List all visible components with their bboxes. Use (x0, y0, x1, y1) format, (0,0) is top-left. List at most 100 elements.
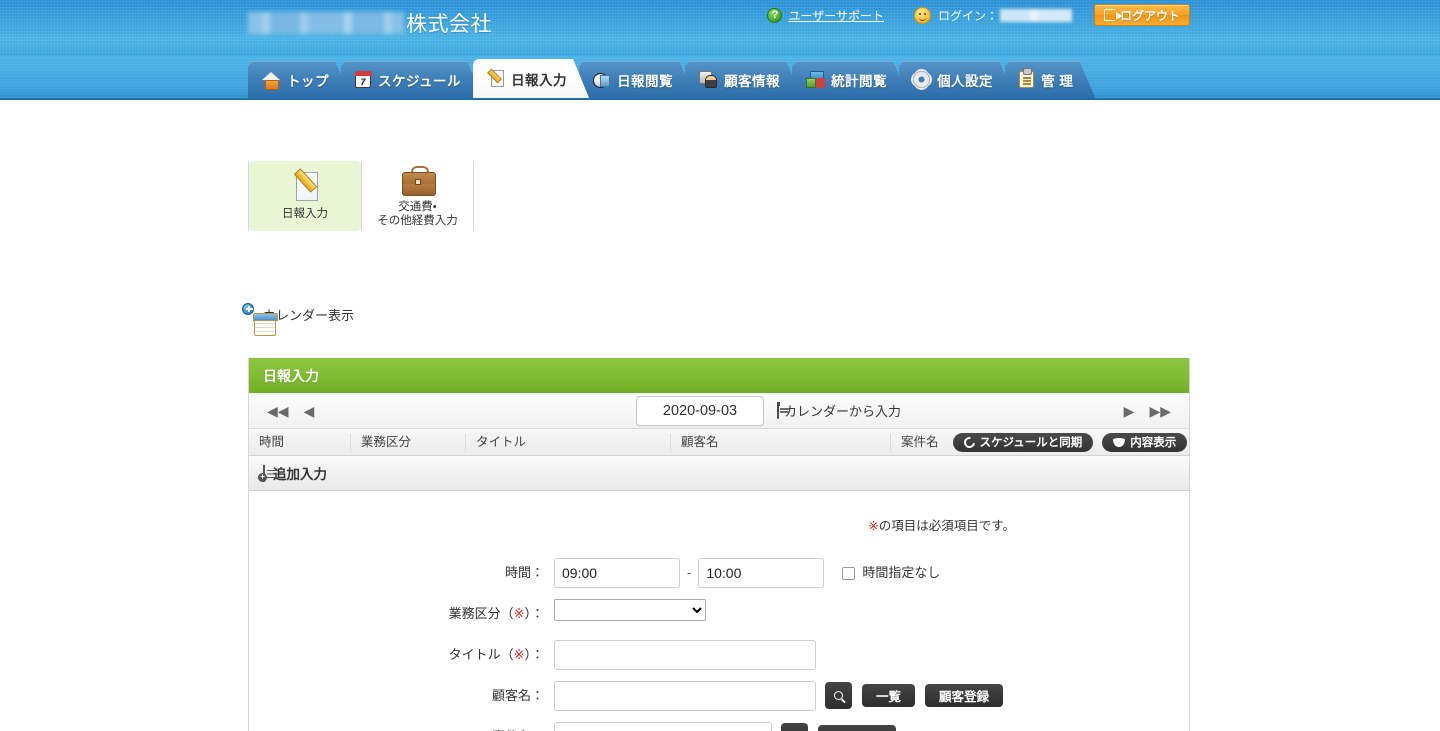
mode-toolbar: 日報入力 交通費・ その他経費入力 (248, 161, 474, 231)
mode-button-expenses[interactable]: 交通費・ その他経費入力 (361, 161, 473, 231)
add-lines-icon (263, 464, 265, 482)
nav-tab-schedule[interactable]: スケジュール (341, 61, 483, 98)
no-time-checkbox[interactable] (842, 566, 856, 580)
calendar-view-link[interactable]: カレンダー表示 (242, 302, 354, 324)
date-nav-forward: ▶ ▶▶ (1119, 404, 1176, 418)
nav-tab-label: 統計閲覧 (831, 73, 888, 89)
search-icon (834, 691, 843, 700)
nav-tab-label: 日報閲覧 (617, 73, 674, 89)
column-header-time: 時間 (249, 433, 351, 451)
form-row-customer: 顧客名： 一覧 顧客登録 (249, 681, 1189, 711)
customer-label: 顧客名： (491, 688, 544, 703)
sync-with-schedule-button[interactable]: スケジュールと同期 (952, 432, 1094, 452)
column-header-case: 案件名 (901, 434, 939, 449)
time-end-input[interactable] (698, 558, 825, 588)
case-search-button[interactable] (781, 723, 808, 731)
form-row-time: 時間： - 時間指定なし (249, 558, 1189, 588)
login-info: ログイン： (884, 6, 1072, 24)
category-select[interactable] (554, 599, 706, 621)
show-content-button[interactable]: 内容表示 (1102, 432, 1188, 452)
nav-tab-label: 個人設定 (937, 73, 994, 89)
case-label: 案件名： (249, 722, 554, 731)
clipboard-icon (1019, 71, 1034, 88)
nav-tab-admin[interactable]: 管 理 (1005, 61, 1095, 98)
nav-tab-personal-settings[interactable]: 個人設定 (899, 61, 1015, 98)
calendar-input-label: カレンダーから入力 (784, 404, 902, 419)
nav-first-button[interactable]: ◀◀ (262, 404, 294, 418)
customer-icon (699, 71, 717, 88)
calendar-icon (355, 72, 371, 88)
nav-prev-button[interactable]: ◀ (299, 404, 320, 418)
nav-tab-daily-report-view[interactable]: 日報閲覧 (579, 61, 695, 98)
home-icon (262, 72, 280, 88)
panel-title: 日報入力 (249, 358, 1189, 393)
date-display[interactable]: 2020-09-03 (636, 395, 764, 426)
main-navigation: トップ スケジュール 日報入力 日報閲覧 顧客情報 統計閲覧 個人設定 (0, 56, 1440, 100)
form-row-case: 案件名： 案件登録 (249, 722, 1189, 731)
page-body: 日報入力 交通費・ その他経費入力 カレンダー表示 日報入力 ◀◀ ◀ 2020… (0, 100, 1440, 731)
time-label: 時間： (504, 565, 544, 580)
smiley-icon (913, 6, 931, 24)
company-name-redacted (248, 12, 404, 34)
logout-icon (1103, 9, 1122, 21)
header-utilities: ? ユーザーサポート ログイン： ログアウト (767, 4, 1190, 26)
stats-icon (806, 71, 824, 88)
form-row-title: タイトル（※）： (249, 640, 1189, 670)
report-entry-form: ※の項目は必須項目です。 時間： - 時間指定なし 業務区分（※）： タイ (249, 491, 1189, 731)
nav-tab-customer-info[interactable]: 顧客情報 (685, 61, 802, 98)
brand: 株式会社 (248, 8, 492, 38)
nav-tab-top[interactable]: トップ (248, 61, 351, 98)
nav-last-button[interactable]: ▶▶ (1144, 404, 1176, 418)
no-time-option[interactable]: 時間指定なし (842, 558, 940, 588)
customer-input[interactable] (554, 681, 816, 711)
report-table-header: 時間 業務区分 タイトル 顧客名 案件名 スケジュールと同期 内容表示 (249, 429, 1189, 456)
column-header-title: タイトル (466, 433, 671, 451)
nav-tab-statistics[interactable]: 統計閲覧 (792, 61, 909, 98)
help-icon: ? (767, 7, 783, 23)
title-input[interactable] (554, 640, 816, 670)
customer-list-button[interactable]: 一覧 (862, 684, 916, 707)
sync-button-label: スケジュールと同期 (979, 437, 1083, 449)
case-register-button[interactable]: 案件登録 (818, 725, 897, 731)
briefcase-icon (401, 164, 436, 196)
calendar-input-link[interactable]: カレンダーから入力 (777, 401, 901, 420)
nav-tab-label: トップ (287, 73, 329, 89)
title-label: タイトル（※）： (448, 647, 544, 662)
mode-button-daily-report[interactable]: 日報入力 (249, 161, 361, 231)
time-start-input[interactable] (554, 558, 680, 588)
time-separator: - (687, 565, 692, 580)
eye-icon (1113, 437, 1126, 447)
date-nav-backward: ◀◀ ◀ (262, 404, 319, 418)
daily-report-panel: 日報入力 ◀◀ ◀ 2020-09-03 カレンダーから入力 ▶ ▶▶ 時間 業… (248, 358, 1190, 731)
nav-tab-label: 管 理 (1041, 73, 1074, 89)
customer-register-button[interactable]: 顧客登録 (925, 684, 1004, 707)
case-input[interactable] (554, 722, 772, 731)
form-row-category: 業務区分（※）： (249, 599, 1189, 629)
no-time-label: 時間指定なし (862, 565, 941, 580)
required-note: ※の項目は必須項目です。 (249, 515, 1189, 534)
category-label: 業務区分（※）： (448, 606, 544, 621)
app-header: 株式会社 ? ユーザーサポート ログイン： ログアウト (0, 0, 1440, 56)
nav-next-button[interactable]: ▶ (1119, 404, 1140, 418)
clock-icon (593, 72, 610, 88)
nav-tab-label: スケジュール (378, 73, 462, 89)
nav-tab-daily-report-input[interactable]: 日報入力 (473, 59, 589, 98)
show-content-label: 内容表示 (1130, 437, 1177, 449)
user-support[interactable]: ? ユーザーサポート (767, 7, 884, 24)
login-label: ログイン： (937, 8, 998, 23)
nav-tab-label: 日報入力 (511, 72, 568, 88)
customer-search-button[interactable] (825, 682, 852, 709)
column-header-category: 業務区分 (351, 433, 466, 451)
required-mark: ※ (868, 519, 879, 533)
logout-button[interactable]: ログアウト (1093, 4, 1190, 26)
mode-button-label: 交通費・ その他経費入力 (377, 200, 458, 227)
user-support-label[interactable]: ユーザーサポート (788, 7, 884, 24)
additional-input-title: 追加入力 (273, 467, 327, 482)
pencil-icon (487, 70, 504, 87)
additional-input-header: 追加入力 (249, 456, 1189, 491)
date-navigation-row: ◀◀ ◀ 2020-09-03 カレンダーから入力 ▶ ▶▶ (249, 393, 1189, 429)
calendar-small-icon (777, 402, 779, 419)
column-header-customer: 顧客名 (671, 433, 891, 451)
report-icon (292, 171, 318, 203)
company-suffix: 株式会社 (406, 13, 492, 36)
